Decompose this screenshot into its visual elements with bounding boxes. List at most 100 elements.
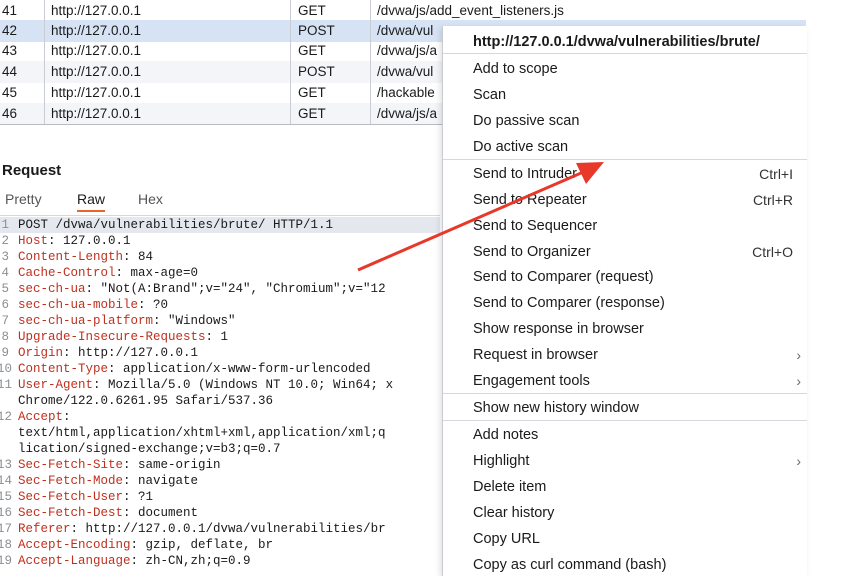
menu-item[interactable]: Clear history [443,500,807,526]
row-number: 42 [2,23,18,38]
menu-item[interactable]: Add to scope [443,56,807,82]
line-number: 7 [1,314,9,328]
request-line[interactable]: 16 Sec-Fetch-Dest: document [0,505,440,521]
menu-item[interactable]: Scan [443,82,807,108]
line-content: sec-ch-ua-platform: "Windows" [18,313,236,329]
line-content: Accept-Encoding: gzip, deflate, br [18,537,273,553]
menu-item-label: Add notes [473,427,539,443]
line-number: 8 [1,330,9,344]
request-line[interactable]: 7 sec-ch-ua-platform: "Windows" [0,313,440,329]
menu-item-label: Send to Repeater [473,192,587,208]
request-line[interactable]: 1 POST /dvwa/vulnerabilities/brute/ HTTP/… [0,217,440,233]
request-view-tabs: Pretty Raw Hex [0,190,440,214]
header-name: Host [18,234,49,248]
menu-item[interactable]: Send to Intruder Ctrl+I [443,161,807,187]
menu-item[interactable]: Delete item [443,474,807,500]
column-divider[interactable] [370,0,371,124]
line-content: Referer: http://127.0.0.1/dvwa/vulnerabi… [18,521,386,537]
header-name: Sec-Fetch-User [18,490,124,504]
request-line[interactable]: 3 Content-Length: 84 [0,249,440,265]
menu-item[interactable]: Request in browser › [443,342,807,368]
header-name: Accept [18,410,64,424]
menu-item[interactable]: Do active scan [443,134,807,160]
menu-item[interactable]: Engagement tools › [443,368,807,394]
line-content: POST /dvwa/vulnerabilities/brute/ HTTP/1… [18,217,333,233]
header-value: : navigate [123,474,199,488]
row-method: GET [298,85,326,100]
request-line[interactable]: 2 Host: 127.0.0.1 [0,233,440,249]
request-line[interactable]: text/html,application/xhtml+xml,applicat… [0,425,440,441]
request-line[interactable]: 5 sec-ch-ua: "Not(A:Brand";v="24", "Chrom… [0,281,440,297]
menu-item-label: Delete item [473,479,547,495]
request-line[interactable]: Chrome/122.0.6261.95 Safari/537.36 [0,393,440,409]
menu-item[interactable]: Show response in browser [443,316,807,342]
menu-item[interactable]: Send to Comparer (request) [443,264,807,290]
table-row[interactable]: 41 http://127.0.0.1 GET /dvwa/js/add_eve… [0,0,806,22]
menu-item-label: Clear history [473,505,555,521]
header-name: sec-ch-ua-platform [18,314,154,328]
line-number: 2 [1,234,9,248]
row-host: http://127.0.0.1 [51,64,142,79]
line-number: 4 [1,266,9,280]
header-value: : max-age=0 [115,266,199,280]
line-content: Host: 127.0.0.1 [18,233,131,249]
line-content: Chrome/122.0.6261.95 Safari/537.36 [18,393,273,409]
header-name: Content-Length [18,250,124,264]
line-content: Content-Type: application/x-www-form-url… [18,361,371,377]
request-line[interactable]: 15 Sec-Fetch-User: ?1 [0,489,440,505]
menu-item[interactable]: Copy as curl command (bash) [443,552,807,576]
header-value: : application/x-www-form-urlencoded [108,362,371,376]
menu-separator [443,393,807,394]
menu-item-label: Scan [473,87,507,103]
request-line[interactable]: 12 Accept: [0,409,440,425]
menu-item-label: Send to Comparer (request) [473,269,654,285]
request-line[interactable]: 9 Origin: http://127.0.0.1 [0,345,440,361]
header-name: Accept-Encoding [18,538,131,552]
menu-item[interactable]: Highlight › [443,448,807,474]
menu-item-label: Send to Intruder [473,166,577,182]
menu-item[interactable]: Show new history window [443,395,807,421]
menu-item[interactable]: Add notes [443,422,807,448]
column-divider[interactable] [44,0,45,124]
line-number: 16 [0,506,13,520]
line-content: Cache-Control: max-age=0 [18,265,198,281]
menu-item[interactable]: Send to Repeater Ctrl+R [443,187,807,213]
header-value: : http://127.0.0.1/dvwa/vulnerabilities/… [70,522,386,536]
menu-separator [443,159,807,160]
menu-item[interactable]: Do passive scan [443,108,807,134]
column-divider[interactable] [290,0,291,124]
request-line[interactable]: 6 sec-ch-ua-mobile: ?0 [0,297,440,313]
request-line[interactable]: 17 Referer: http://127.0.0.1/dvwa/vulnera… [0,521,440,537]
raw-request-editor[interactable]: 1 POST /dvwa/vulnerabilities/brute/ HTTP/… [0,217,440,569]
tab-raw[interactable]: Raw [77,190,106,212]
line-content: Origin: http://127.0.0.1 [18,345,198,361]
tab-hex[interactable]: Hex [138,190,163,208]
header-name: Upgrade-Insecure-Requests [18,330,206,344]
menu-item[interactable]: Send to Organizer Ctrl+O [443,239,807,265]
menu-item-label: Engagement tools [473,373,590,389]
menu-item[interactable]: Send to Comparer (response) [443,290,807,316]
row-method: POST [298,64,335,79]
request-line[interactable]: 10 Content-Type: application/x-www-form-u… [0,361,440,377]
row-method: POST [298,23,335,38]
menu-item[interactable]: Send to Sequencer [443,213,807,239]
request-line[interactable]: 19 Accept-Language: zh-CN,zh;q=0.9 [0,553,440,569]
tab-pretty[interactable]: Pretty [5,190,42,208]
menu-item[interactable]: Copy URL [443,526,807,552]
menu-item-label: Do active scan [473,139,569,155]
line-number: 17 [0,522,13,536]
request-line[interactable]: 18 Accept-Encoding: gzip, deflate, br [0,537,440,553]
line-number: 12 [0,410,13,424]
line-content: Sec-Fetch-Site: same-origin [18,457,221,473]
request-line[interactable]: 4 Cache-Control: max-age=0 [0,265,440,281]
line-content: Accept: [18,409,71,425]
request-line[interactable]: 11 User-Agent: Mozilla/5.0 (Windows NT 10… [0,377,440,393]
request-line[interactable]: lication/signed-exchange;v=b3;q=0.7 [0,441,440,457]
header-value: : gzip, deflate, br [130,538,274,552]
line-content: Accept-Language: zh-CN,zh;q=0.9 [18,553,251,569]
row-number: 41 [2,3,18,18]
request-line[interactable]: 13 Sec-Fetch-Site: same-origin [0,457,440,473]
request-line[interactable]: 14 Sec-Fetch-Mode: navigate [0,473,440,489]
chevron-right-icon: › [796,453,801,469]
request-line[interactable]: 8 Upgrade-Insecure-Requests: 1 [0,329,440,345]
